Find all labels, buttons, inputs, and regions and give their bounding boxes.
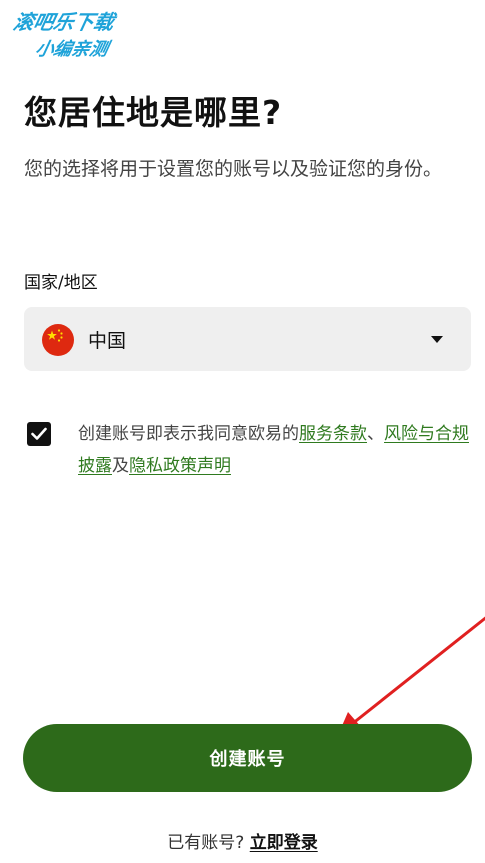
watermark-line-1: 滚吧乐下载 bbox=[11, 10, 117, 34]
agreement-conjunction: 及 bbox=[112, 456, 129, 476]
annotation-arrow-icon bbox=[338, 616, 485, 735]
login-prompt: 已有账号? 立即登录 bbox=[0, 828, 485, 853]
country-select-value: 中国 bbox=[88, 330, 127, 352]
watermark-line-2: 小编亲测 bbox=[33, 39, 110, 60]
terms-of-service-link[interactable]: 服务条款 bbox=[299, 424, 367, 444]
caret-down-icon bbox=[431, 336, 443, 343]
agreement-separator: 、 bbox=[367, 424, 384, 444]
page-title: 您居住地是哪里? bbox=[24, 93, 283, 132]
login-prompt-text: 已有账号? bbox=[167, 833, 245, 853]
agreement-prefix: 创建账号即表示我同意欧易的 bbox=[78, 424, 299, 444]
country-field-label: 国家/地区 bbox=[24, 273, 98, 293]
checkmark-icon bbox=[31, 427, 47, 440]
region-selection-screen: 滚吧乐下载 小编亲测 您居住地是哪里? 您的选择将用于设置您的账号以及验证您的身… bbox=[0, 0, 485, 863]
site-watermark: 滚吧乐下载 小编亲测 bbox=[11, 6, 144, 68]
agreement-text: 创建账号即表示我同意欧易的服务条款、风险与合规披露及隐私政策声明 bbox=[78, 418, 471, 482]
login-link[interactable]: 立即登录 bbox=[250, 833, 318, 853]
china-flag-icon bbox=[42, 324, 74, 356]
agreement-checkbox[interactable] bbox=[27, 422, 51, 446]
privacy-policy-link[interactable]: 隐私政策声明 bbox=[129, 456, 231, 476]
country-select[interactable]: 中国 bbox=[24, 307, 471, 371]
page-subtitle: 您的选择将用于设置您的账号以及验证您的身份。 bbox=[24, 158, 443, 180]
create-account-button[interactable]: 创建账号 bbox=[23, 724, 472, 792]
